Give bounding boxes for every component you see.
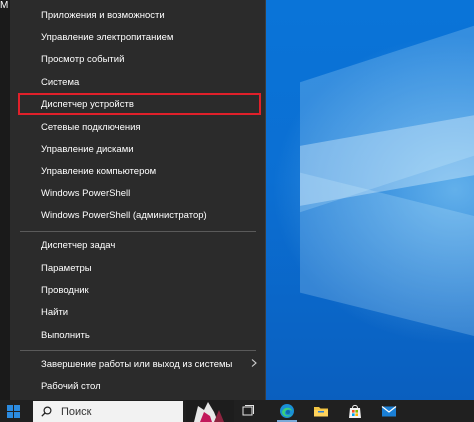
menu-item-label: Диспетчер устройств [41,98,134,110]
menu-separator [20,231,256,232]
taskbar: Поиск [0,400,474,422]
menu-item-label: Рабочий стол [41,380,101,392]
task-view-icon[interactable] [241,403,257,419]
menu-item-powershell[interactable]: Windows PowerShell [10,182,265,204]
menu-item-power-options[interactable]: Управление электропитанием [10,26,265,48]
menu-item-label: Управление компьютером [41,165,157,177]
menu-item-search[interactable]: Найти [10,301,265,323]
menu-item-desktop[interactable]: Рабочий стол [10,375,265,397]
menu-separator [20,350,256,351]
edge-icon[interactable] [279,403,295,419]
menu-item-device-manager[interactable]: Диспетчер устройств [18,93,261,115]
menu-item-label: Система [41,76,80,88]
menu-item-label: Завершение работы или выход из системы [41,358,233,370]
background-window-text: M [0,0,9,11]
menu-item-shutdown-signout[interactable]: Завершение работы или выход из системы [10,353,265,375]
menu-item-apps-features[interactable]: Приложения и возможности [10,4,265,26]
menu-item-label: Просмотр событий [41,53,125,65]
menu-item-computer-management[interactable]: Управление компьютером [10,160,265,182]
chevron-right-icon [251,359,257,367]
search-icon [41,406,52,417]
menu-item-label: Найти [41,306,69,318]
menu-item-label: Выполнить [41,329,90,341]
search-placeholder: Поиск [61,405,92,418]
menu-item-disk-management[interactable]: Управление дисками [10,138,265,160]
windows-start-icon[interactable] [7,405,20,418]
winx-context-menu: Приложения и возможности Управление элек… [10,0,266,400]
search-highlight-image[interactable] [186,400,234,422]
store-icon[interactable] [347,403,363,419]
mail-icon[interactable] [381,403,397,419]
menu-item-settings[interactable]: Параметры [10,257,265,279]
taskbar-search-box[interactable]: Поиск [33,401,183,422]
background-window-edge: M [0,0,10,400]
menu-item-network-connections[interactable]: Сетевые подключения [10,116,265,138]
menu-item-event-viewer[interactable]: Просмотр событий [10,48,265,70]
menu-item-label: Сетевые подключения [41,121,141,133]
menu-item-label: Приложения и возможности [41,9,165,21]
menu-item-label: Проводник [41,284,89,296]
file-explorer-icon[interactable] [313,403,329,419]
menu-item-task-manager[interactable]: Диспетчер задач [10,234,265,256]
menu-item-label: Управление дисками [41,143,134,155]
menu-item-label: Диспетчер задач [41,239,116,251]
menu-item-label: Параметры [41,262,92,274]
menu-item-system[interactable]: Система [10,71,265,93]
menu-item-label: Windows PowerShell (администратор) [41,209,207,221]
menu-item-file-explorer[interactable]: Проводник [10,279,265,301]
search-highlight-illustration [186,400,234,422]
menu-item-powershell-admin[interactable]: Windows PowerShell (администратор) [10,204,265,226]
menu-item-label: Управление электропитанием [41,31,174,43]
menu-item-run[interactable]: Выполнить [10,324,265,346]
menu-item-label: Windows PowerShell [41,187,131,199]
